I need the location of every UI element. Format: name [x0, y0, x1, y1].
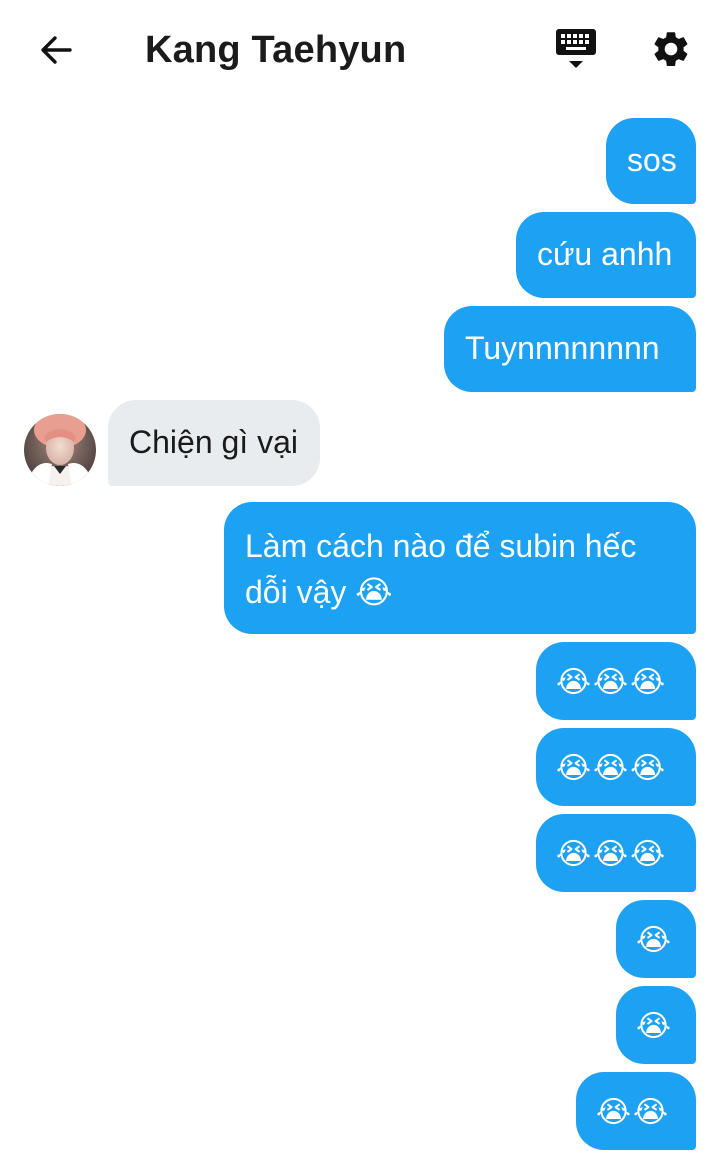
message-text: 😭😭😭 [556, 837, 668, 872]
message-text: Tuynnnnnnnn [465, 330, 660, 366]
message-bubble-sent[interactable]: Làm cách nào để subin hếc dỗi vậy 😭 [224, 502, 696, 634]
message-text: 😭😭😭 [556, 665, 668, 700]
message-text: 😭😭😭 [556, 751, 668, 786]
message-bubble-sent[interactable]: 😭😭😭 [536, 728, 696, 806]
message-bubble-sent[interactable]: sos [606, 118, 696, 204]
message-bubble-received[interactable]: Chiện gì vại [108, 400, 320, 486]
message-text: 😭😭 [596, 1095, 671, 1130]
contact-avatar[interactable] [24, 414, 96, 486]
message-bubble-sent[interactable]: 😭😭 [576, 1072, 696, 1150]
message-text: 😭 [636, 923, 674, 958]
message-text: cứu anhh [537, 236, 673, 272]
keyboard-button[interactable] [552, 26, 600, 72]
chat-header: Kang Taehyun [0, 0, 720, 96]
message-bubble-sent[interactable]: cứu anhh [516, 212, 696, 298]
contact-name: Kang Taehyun [145, 29, 407, 71]
message-bubble-sent[interactable]: 😭😭😭 [536, 814, 696, 892]
message-list[interactable]: sos cứu anhh Tuynnnnnnnn Chiện gì vại Là… [0, 96, 720, 1151]
arrow-left-icon [41, 36, 72, 64]
message-bubble-sent[interactable]: 😭 [616, 900, 696, 978]
message-bubble-sent[interactable]: 😭😭😭 [536, 642, 696, 720]
message-text: 😭 [636, 1009, 674, 1044]
message-text: Chiện gì vại [129, 424, 298, 460]
message-text: sos [627, 142, 677, 178]
settings-button[interactable] [648, 26, 694, 72]
gear-icon [654, 32, 688, 66]
message-bubble-sent[interactable]: 😭 [616, 986, 696, 1064]
message-text: Làm cách nào để subin hếc dỗi vậy 😭 [245, 528, 637, 610]
message-bubble-sent[interactable]: Tuynnnnnnnn [444, 306, 696, 392]
keyboard-icon [556, 29, 596, 68]
back-button[interactable] [34, 28, 78, 72]
